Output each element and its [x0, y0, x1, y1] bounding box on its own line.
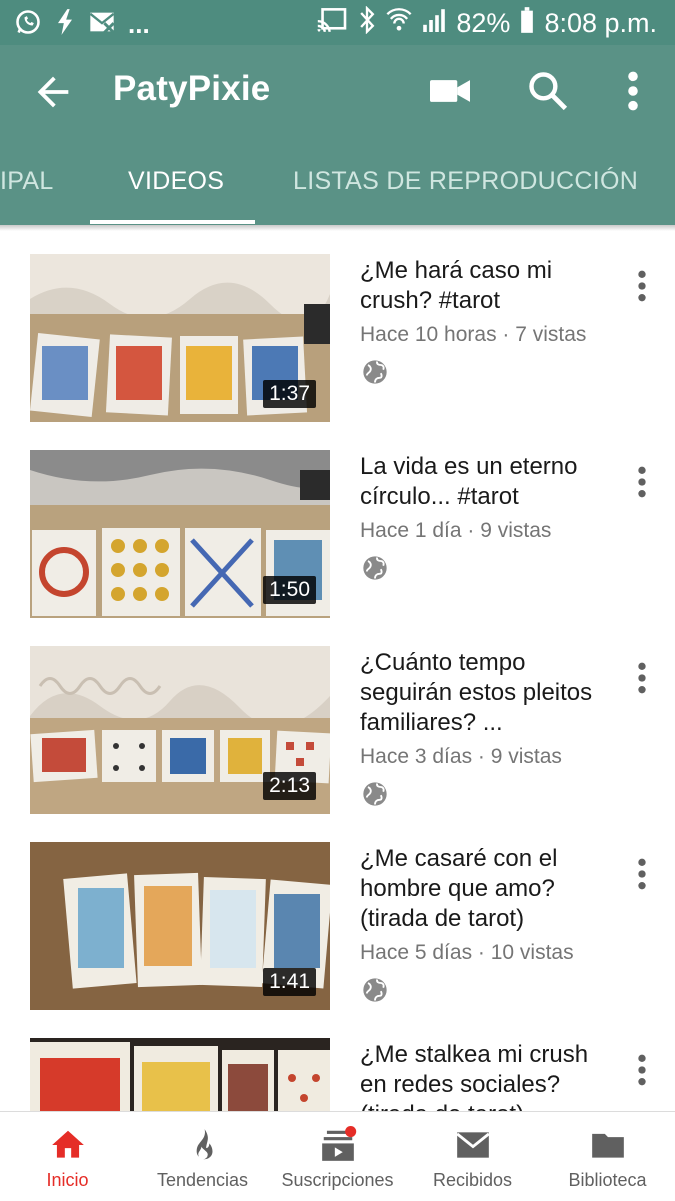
battery-icon [520, 7, 534, 40]
status-time: 8:08 p.m. [544, 8, 657, 38]
video-title[interactable]: ¿Me stalkea mi crush en redes sociales? … [360, 1040, 610, 1112]
upload-video-button[interactable] [428, 71, 472, 111]
video-more-button[interactable] [628, 266, 656, 306]
video-more-button[interactable] [628, 1050, 656, 1090]
globe-icon [361, 554, 389, 582]
search-button[interactable] [526, 69, 570, 113]
video-meta: Hace 1 día · 9 vistas [360, 519, 552, 542]
video-title[interactable]: ¿Cuánto tempo seguirán estos pleitos fam… [360, 648, 610, 738]
video-duration: 1:37 [263, 380, 316, 408]
whatsapp-icon [14, 8, 42, 41]
globe-icon [361, 976, 389, 1004]
nav-trending[interactable]: Tendencias [135, 1112, 270, 1201]
globe-icon [361, 358, 389, 386]
more-options-button[interactable] [616, 69, 650, 113]
home-icon [52, 1130, 84, 1158]
video-item[interactable]: ¿Me stalkea mi crush en redes sociales? … [0, 1014, 675, 1112]
nav-label: Inicio [46, 1170, 89, 1190]
channel-title: PatyPixie [113, 69, 271, 108]
back-arrow-icon [37, 76, 69, 108]
video-meta: Hace 10 horas · 7 vistas [360, 323, 587, 346]
flame-icon [196, 1129, 213, 1160]
status-bar: ... 82% 8:08 p.m. [0, 0, 675, 45]
nav-library[interactable]: Biblioteca [540, 1112, 675, 1201]
video-camera-icon [430, 80, 470, 102]
tab-principal[interactable]: IPAL [0, 167, 54, 196]
more-vert-icon [638, 662, 646, 694]
bluetooth-icon [358, 5, 376, 41]
search-icon [529, 72, 568, 111]
wifi-call-icon [386, 6, 412, 41]
bottom-navigation: Inicio Tendencias Suscripciones Recibido… [0, 1111, 675, 1201]
tab-videos[interactable]: VIDEOS [128, 167, 224, 196]
video-duration: 2:13 [263, 772, 316, 800]
battery-percent: 82% [456, 8, 511, 38]
video-more-button[interactable] [628, 854, 656, 894]
video-duration: 1:50 [263, 576, 316, 604]
tab-playlists[interactable]: LISTAS DE REPRODUCCIÓN [293, 167, 638, 196]
more-vert-icon [638, 270, 646, 302]
video-list: 1:37 ¿Me hará caso mi crush? #tarot Hace… [0, 230, 675, 1112]
cast-icon [316, 7, 348, 40]
video-title[interactable]: ¿Me hará caso mi crush? #tarot [360, 256, 610, 316]
more-vert-icon [638, 1054, 646, 1086]
status-more-indicator: ... [128, 9, 150, 39]
nav-home[interactable]: Inicio [0, 1112, 135, 1201]
more-vert-icon [628, 71, 638, 111]
video-title[interactable]: ¿Me casaré con el hombre que amo? (tirad… [360, 844, 610, 934]
nav-label: Recibidos [432, 1170, 513, 1190]
video-more-button[interactable] [628, 658, 656, 698]
nav-subscriptions[interactable]: Suscripciones [270, 1112, 405, 1201]
video-duration: 1:41 [263, 968, 316, 996]
app-bar: PatyPixie [0, 45, 675, 137]
subscriptions-icon [322, 1126, 357, 1161]
nav-label: Suscripciones [281, 1170, 394, 1190]
video-thumbnail[interactable] [30, 1038, 330, 1112]
more-vert-icon [638, 466, 646, 498]
video-item[interactable]: 1:50 La vida es un eterno círculo... #ta… [0, 426, 675, 618]
nav-label: Tendencias [156, 1170, 249, 1190]
video-item[interactable]: 1:37 ¿Me hará caso mi crush? #tarot Hace… [0, 230, 675, 422]
video-thumbnail[interactable]: 1:41 [30, 842, 330, 1010]
nav-label: Biblioteca [568, 1170, 647, 1190]
mail-off-icon [88, 9, 116, 40]
video-more-button[interactable] [628, 462, 656, 502]
video-thumbnail[interactable]: 1:37 [30, 254, 330, 422]
signal-icon [422, 8, 446, 39]
inbox-icon [456, 1132, 490, 1158]
video-meta: Hace 3 días · 9 vistas [360, 745, 562, 768]
video-thumbnail[interactable]: 1:50 [30, 450, 330, 618]
flash-icon [54, 8, 76, 41]
video-item[interactable]: 1:41 ¿Me casaré con el hombre que amo? (… [0, 818, 675, 1010]
folder-icon [592, 1133, 624, 1158]
video-item[interactable]: 2:13 ¿Cuánto tempo seguirán estos pleito… [0, 622, 675, 814]
active-tab-indicator [90, 220, 255, 224]
channel-tabs: IPAL VIDEOS LISTAS DE REPRODUCCIÓN [0, 137, 675, 225]
video-meta: Hace 5 días · 10 vistas [360, 941, 574, 964]
back-button[interactable] [30, 69, 76, 115]
nav-inbox[interactable]: Recibidos [405, 1112, 540, 1201]
video-thumbnail[interactable]: 2:13 [30, 646, 330, 814]
globe-icon [361, 780, 389, 808]
video-title[interactable]: La vida es un eterno círculo... #tarot [360, 452, 610, 512]
more-vert-icon [638, 858, 646, 890]
